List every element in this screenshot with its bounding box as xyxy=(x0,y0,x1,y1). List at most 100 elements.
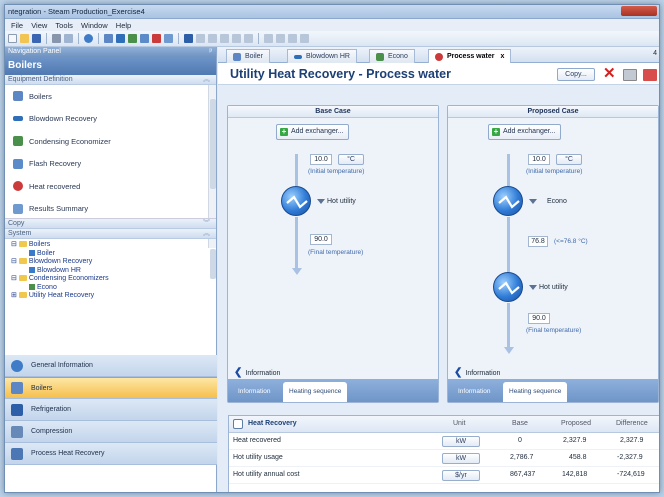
help-icon[interactable] xyxy=(84,34,93,43)
unit-button[interactable]: $/yr xyxy=(442,470,480,481)
tool-icon[interactable] xyxy=(196,34,205,43)
temp-unit-button[interactable]: °C xyxy=(338,154,364,165)
heat-exchanger-icon[interactable] xyxy=(281,186,311,216)
menu-file[interactable]: File xyxy=(11,21,23,30)
tree-node[interactable]: Boiler xyxy=(11,250,216,259)
tool-icon[interactable] xyxy=(300,34,309,43)
boiler-icon[interactable] xyxy=(104,34,113,43)
tool-icon[interactable] xyxy=(220,34,229,43)
equipment-item-economizer[interactable]: Condensing Economizer xyxy=(5,130,216,153)
module-process-heat-recovery[interactable]: Process Heat Recovery xyxy=(5,443,217,465)
tab-process-water[interactable]: Process water x xyxy=(428,49,512,63)
information-link[interactable]: ❮ Information xyxy=(454,367,500,378)
module-general-information[interactable]: General Information xyxy=(5,355,217,377)
heat-icon[interactable] xyxy=(152,34,161,43)
module-boilers[interactable]: Boilers xyxy=(5,377,217,399)
flash-icon[interactable] xyxy=(140,34,149,43)
subtab-heating-sequence[interactable]: Heating sequence xyxy=(503,382,568,402)
dropdown-arrow-icon[interactable] xyxy=(317,199,325,204)
add-exchanger-button[interactable]: + Add exchanger... xyxy=(488,124,561,140)
equipment-item-results[interactable]: Results Summary xyxy=(5,198,216,221)
subtab-information[interactable]: Information xyxy=(452,382,497,402)
unit-button[interactable]: kW xyxy=(442,453,480,464)
module-label: Compression xyxy=(31,428,73,435)
module-refrigeration[interactable]: Refrigeration xyxy=(5,399,217,421)
tool-icon[interactable] xyxy=(232,34,241,43)
menu-window[interactable]: Window xyxy=(81,21,108,30)
print-icon[interactable] xyxy=(52,34,61,43)
delete-icon[interactable]: ✕ xyxy=(603,66,616,81)
blowdown-icon xyxy=(294,54,302,59)
tree-node[interactable]: ⊟ Condensing Economizers xyxy=(11,275,216,284)
menu-view[interactable]: View xyxy=(31,21,47,30)
cell-difference: 2,327.9 xyxy=(620,437,644,444)
scrollbar-thumb[interactable] xyxy=(210,99,216,189)
tree-node[interactable]: ⊟ Boilers xyxy=(11,241,216,250)
tree-node[interactable]: Econo xyxy=(11,284,216,293)
subtabs: Information Heating sequence xyxy=(228,379,438,402)
initial-temp-input[interactable]: 10.0 xyxy=(310,154,332,165)
tab-boiler[interactable]: Boiler xyxy=(226,49,270,63)
final-temp-input[interactable]: 90.0 xyxy=(528,313,550,324)
exchanger-label: Hot utility xyxy=(539,284,568,291)
scrollbar-thumb[interactable] xyxy=(210,249,216,279)
close-icon[interactable]: x xyxy=(500,53,504,60)
results-icon[interactable] xyxy=(164,34,173,43)
pin-icon[interactable]: ᵖ xyxy=(209,47,212,57)
temp-unit-button[interactable]: °C xyxy=(556,154,582,165)
dropdown-arrow-icon[interactable] xyxy=(529,199,537,204)
preview-icon[interactable] xyxy=(64,34,73,43)
column-header: Base xyxy=(512,420,528,427)
tree-node[interactable]: ⊟ Blowdown Recovery xyxy=(11,258,216,267)
new-icon[interactable] xyxy=(8,34,17,43)
equipment-item-heat-recovered[interactable]: Heat recovered xyxy=(5,175,216,198)
pdf-icon[interactable] xyxy=(643,69,657,81)
chevron-down-icon[interactable]: ︾ xyxy=(203,219,210,229)
menu-tools[interactable]: Tools xyxy=(55,21,73,30)
tool-icon[interactable] xyxy=(264,34,273,43)
toolbar-separator xyxy=(258,33,259,44)
heat-exchanger-icon[interactable] xyxy=(493,186,523,216)
mid-temp-input[interactable]: 76.8 xyxy=(528,236,548,247)
chevron-up-icon[interactable]: ︽ xyxy=(203,75,210,85)
window-title: ntegration - Steam Production_Exercise4 xyxy=(8,7,145,16)
heat-icon xyxy=(13,181,23,192)
chevron-up-icon[interactable]: ︽ xyxy=(203,229,210,239)
equipment-item-blowdown[interactable]: Blowdown Recovery xyxy=(5,108,216,131)
scrollbar[interactable] xyxy=(208,239,216,279)
tool-icon[interactable] xyxy=(276,34,285,43)
tree-node[interactable]: ⊞ Utility Heat Recovery xyxy=(11,292,216,301)
information-link[interactable]: ❮ Information xyxy=(234,367,280,378)
module-compression[interactable]: Compression xyxy=(5,421,217,443)
initial-temp-input[interactable]: 10.0 xyxy=(528,154,550,165)
tool-icon[interactable] xyxy=(208,34,217,43)
open-icon[interactable] xyxy=(20,34,29,43)
menu-help[interactable]: Help xyxy=(116,21,131,30)
tab-blowdown-hr[interactable]: Blowdown HR xyxy=(287,49,357,63)
system-header[interactable]: System ︽ xyxy=(5,229,216,239)
tree-node[interactable]: Blowdown HR xyxy=(11,267,216,276)
equipment-item-flash[interactable]: Flash Recovery xyxy=(5,153,216,176)
tool-icon[interactable] xyxy=(244,34,253,43)
subtab-heating-sequence[interactable]: Heating sequence xyxy=(283,382,348,402)
add-exchanger-button[interactable]: + Add exchanger... xyxy=(276,124,349,140)
print-icon[interactable] xyxy=(623,69,637,81)
heat-exchanger-icon[interactable] xyxy=(493,272,523,302)
chevron-left-icon: ❮ xyxy=(234,367,243,378)
econo-icon[interactable] xyxy=(128,34,137,43)
equipment-item-boilers[interactable]: Boilers xyxy=(5,85,216,108)
tool-icon[interactable] xyxy=(288,34,297,43)
copy-header[interactable]: Copy ︾ xyxy=(5,219,216,229)
refrigeration-icon[interactable] xyxy=(184,34,193,43)
blowdown-icon[interactable] xyxy=(116,34,125,43)
save-icon[interactable] xyxy=(32,34,41,43)
copy-button[interactable]: Copy... xyxy=(557,68,595,81)
subtab-information[interactable]: Information xyxy=(232,382,277,402)
equipment-definition-header[interactable]: Equipment Definition ︽ xyxy=(5,75,216,85)
final-temp-input[interactable]: 90.0 xyxy=(310,234,332,245)
window-controls[interactable] xyxy=(621,6,657,16)
unit-button[interactable]: kW xyxy=(442,436,480,447)
scrollbar[interactable] xyxy=(208,85,216,218)
dropdown-arrow-icon[interactable] xyxy=(529,285,537,290)
tab-econo[interactable]: Econo xyxy=(369,49,415,63)
